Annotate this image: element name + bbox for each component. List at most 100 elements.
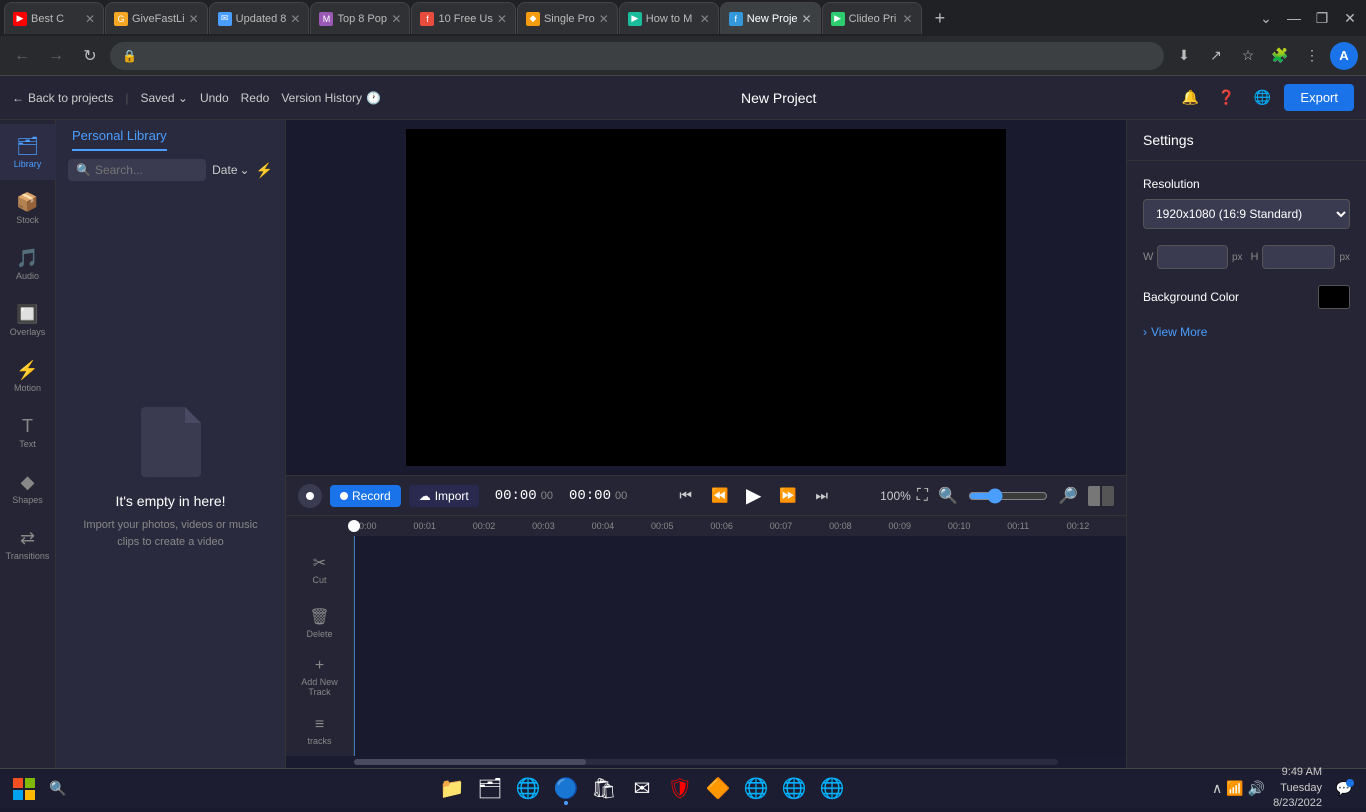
sidebar-item-motion[interactable]: ⚡ Motion [0,348,56,404]
browser-tab-tab7[interactable]: ▶ How to M ✕ [619,2,719,34]
taskbar-app-chrome3[interactable]: 🌐 [814,771,850,807]
profile-menu-icon[interactable]: ⋮ [1298,42,1326,70]
timeline-tool-delete[interactable]: 🗑 Delete [292,598,348,648]
export-button[interactable]: Export [1284,84,1354,111]
fullscreen-button[interactable]: ⛶ [917,487,928,505]
sidebar-item-text[interactable]: T Text [0,404,56,460]
chevron-up-icon[interactable]: ∧ [1212,780,1222,797]
zoom-in-button[interactable]: 🔎 [1054,482,1082,510]
tab-close-tab8[interactable]: ✕ [802,12,812,26]
network-icon[interactable]: 📶 [1226,780,1243,797]
undo-button[interactable]: Undo [200,91,229,105]
redo-button[interactable]: Redo [241,91,270,105]
tab-collapse-button[interactable]: ⌄ [1254,6,1278,30]
canvas-area[interactable] [286,120,1126,475]
taskbar-app-vlc[interactable]: 🔶 [700,771,736,807]
browser-tab-tab8[interactable]: f New Proje ✕ [720,2,821,34]
help-icon[interactable]: ❓ [1212,84,1240,112]
saved-button[interactable]: Saved ⌄ [141,91,188,105]
tab-close-tab1[interactable]: ✕ [85,12,95,26]
tab-close-tab3[interactable]: ✕ [290,12,300,26]
browser-tab-tab2[interactable]: G GiveFastLi ✕ [105,2,208,34]
share-icon[interactable]: ↗ [1202,42,1230,70]
taskbar-app-mail[interactable]: ✉ [624,771,660,807]
browser-tab-tab4[interactable]: M Top 8 Pop ✕ [310,2,410,34]
rewind-button[interactable]: ⏪ [706,482,734,510]
tab-close-tab9[interactable]: ✕ [903,12,913,26]
extension-icon[interactable]: 🧩 [1266,42,1294,70]
sidebar-item-audio[interactable]: 🎵 Audio [0,236,56,292]
taskbar-search-button[interactable]: 🔍 [44,775,72,803]
taskbar-app-store[interactable]: 🛍 [586,771,622,807]
download-icon[interactable]: ⬇ [1170,42,1198,70]
zoom-slider[interactable] [968,488,1048,504]
forward-button[interactable]: → [42,42,70,70]
sidebar-item-shapes[interactable]: ◆ Shapes [0,460,56,516]
view-more-button[interactable]: › View More [1143,325,1350,339]
browser-tab-tab1[interactable]: ▶ Best C ✕ [4,2,104,34]
bell-icon[interactable]: 🔔 [1176,84,1204,112]
scrubber-handle-control[interactable] [298,484,322,508]
resolution-select[interactable]: 1920x1080 (16:9 Standard) [1143,199,1350,229]
personal-library-tab[interactable]: Personal Library [72,128,167,151]
browser-tab-tab5[interactable]: f 10 Free Us ✕ [411,2,515,34]
taskbar-app-taskview[interactable]: 🗂 [472,771,508,807]
start-button[interactable] [8,773,40,805]
scrubber-handle[interactable] [348,520,360,532]
notification-button[interactable]: 💬 [1330,775,1358,803]
record-button[interactable]: Record [330,485,401,507]
restore-button[interactable]: ❐ [1310,6,1334,30]
filter-icon[interactable]: ⚡ [256,162,273,179]
browser-tab-tab3[interactable]: ✉ Updated 8 ✕ [209,2,310,34]
split-view-left[interactable] [1088,486,1100,506]
taskbar-app-chrome1[interactable]: 🌐 [738,771,774,807]
sidebar-item-library[interactable]: 🗂 Library [0,124,56,180]
taskbar-app-chrome2[interactable]: 🌐 [776,771,812,807]
version-history-button[interactable]: Version History 🕐 [281,91,381,105]
fast-forward-button[interactable]: ⏩ [774,482,802,510]
skip-to-end-button[interactable]: ⏭ [808,482,836,510]
timeline-tool-add_track[interactable]: + Add New Track [292,652,348,702]
play-pause-button[interactable]: ▶ [740,482,768,510]
height-input[interactable]: 1080 [1262,245,1335,269]
browser-tab-tab6[interactable]: ◆ Single Pro ✕ [517,2,618,34]
tab-close-tab7[interactable]: ✕ [700,12,710,26]
sidebar-item-overlays[interactable]: 🔲 Overlays [0,292,56,348]
scrollbar-thumb[interactable] [354,759,586,765]
new-tab-button[interactable]: + [927,8,954,29]
taskbar-clock[interactable]: 9:49 AM Tuesday 8/23/2022 [1273,765,1322,811]
tab-close-tab6[interactable]: ✕ [599,12,609,26]
scrollbar-track[interactable] [354,759,1058,765]
skip-to-start-button[interactable]: ⏮ [672,482,700,510]
browser-tab-tab9[interactable]: ▶ Clideo Pri ✕ [822,2,922,34]
back-button[interactable]: ← [8,42,36,70]
back-to-projects-button[interactable]: ← Back to projects [12,91,113,105]
taskbar-app-mcafee[interactable]: 🛡 [662,771,698,807]
import-button[interactable]: ☁ Import [409,485,479,507]
date-filter-button[interactable]: Date ⌄ [212,163,249,177]
taskbar-app-explorer[interactable]: 🌐 [510,771,546,807]
timeline-tool-tracks[interactable]: ≡ tracks [292,706,348,756]
taskbar-app-files[interactable]: 📁 [434,771,470,807]
timeline-tool-cut[interactable]: ✂ Cut [292,544,348,594]
bookmark-icon[interactable]: ☆ [1234,42,1262,70]
split-view-right[interactable] [1102,486,1114,506]
scrubber-row[interactable]: 00:0000:0100:0200:0300:0400:0500:0600:07… [286,516,1126,536]
tab-close-tab5[interactable]: ✕ [497,12,507,26]
width-input[interactable]: 1920 [1157,245,1228,269]
taskbar-app-edge[interactable]: 🔵 [548,771,584,807]
profile-avatar[interactable]: A [1330,42,1358,70]
track-area[interactable] [354,536,1126,756]
refresh-button[interactable]: ↻ [76,42,104,70]
bg-color-swatch[interactable] [1318,285,1350,309]
volume-icon[interactable]: 🔊 [1248,780,1265,797]
url-input[interactable]: editor.flixier.com/projects/b3c4cb67-481… [143,49,1152,63]
sidebar-item-stock[interactable]: 📦 Stock [0,180,56,236]
sidebar-item-transitions[interactable]: ⇄ Transitions [0,516,56,572]
zoom-out-button[interactable]: 🔍 [934,482,962,510]
close-window-button[interactable]: ✕ [1338,6,1362,30]
tab-close-tab4[interactable]: ✕ [391,12,401,26]
minimize-button[interactable]: — [1282,6,1306,30]
search-input[interactable] [95,163,198,177]
tab-close-tab2[interactable]: ✕ [189,12,199,26]
